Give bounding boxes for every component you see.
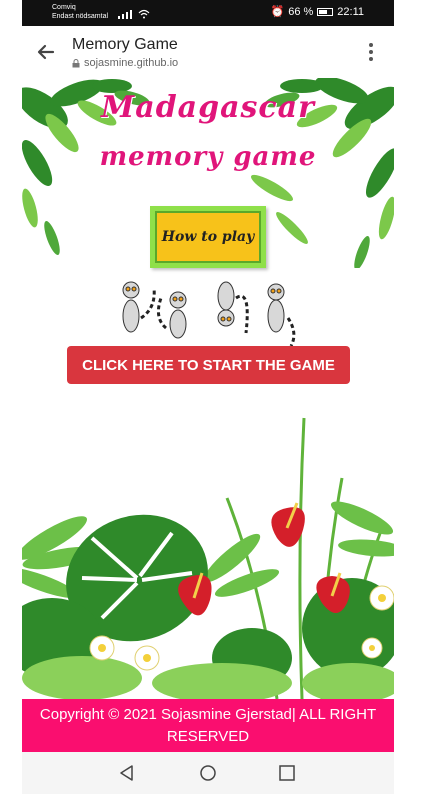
arrow-left-icon[interactable]: [36, 42, 56, 62]
circle-home-icon[interactable]: [199, 764, 217, 782]
url-text: sojasmine.github.io: [84, 57, 179, 69]
android-nav-bar: [22, 752, 394, 794]
footer-copyright: Copyright © 2021 Sojasmine Gjerstad| ALL…: [22, 699, 394, 752]
alarm-icon: ⏰: [270, 6, 285, 18]
page-title: Memory Game: [72, 36, 178, 53]
page-content: Madagascar memory game How to play CLICK…: [22, 78, 394, 699]
clock: 22:11: [337, 5, 364, 18]
triangle-back-icon[interactable]: [118, 764, 136, 782]
start-game-button[interactable]: CLICK HERE TO START THE GAME: [67, 346, 350, 384]
logo-subtitle: memory game: [99, 142, 317, 172]
carrier-status: Endast nödsamtal: [52, 13, 109, 20]
square-recent-icon[interactable]: [278, 764, 296, 782]
wifi-icon: [138, 9, 150, 19]
more-vertical-icon[interactable]: [368, 42, 374, 62]
carrier-info: Comviq Endast nödsamtal: [52, 3, 108, 21]
battery-icon: [317, 7, 334, 16]
signal-icon: [118, 7, 150, 19]
browser-toolbar: Memory Game sojasmine.github.io: [22, 26, 394, 78]
lemurs-image: [122, 281, 296, 347]
lock-icon: [72, 58, 80, 67]
battery-percent: 66 %: [288, 5, 314, 18]
status-bar: Comviq Endast nödsamtal ⏰ 66 % 22:11: [22, 0, 394, 26]
jungle-leaves-bottom-image: [22, 417, 394, 699]
carrier-name: Comviq: [52, 4, 76, 11]
logo-title: Madagascar: [101, 90, 315, 125]
how-to-play-button[interactable]: How to play: [150, 206, 266, 268]
phone-screen: Comviq Endast nödsamtal ⏰ 66 % 22:11 Mem…: [22, 0, 394, 794]
page-url: sojasmine.github.io: [72, 57, 178, 69]
status-right: ⏰ 66 % 22:11: [270, 5, 365, 19]
